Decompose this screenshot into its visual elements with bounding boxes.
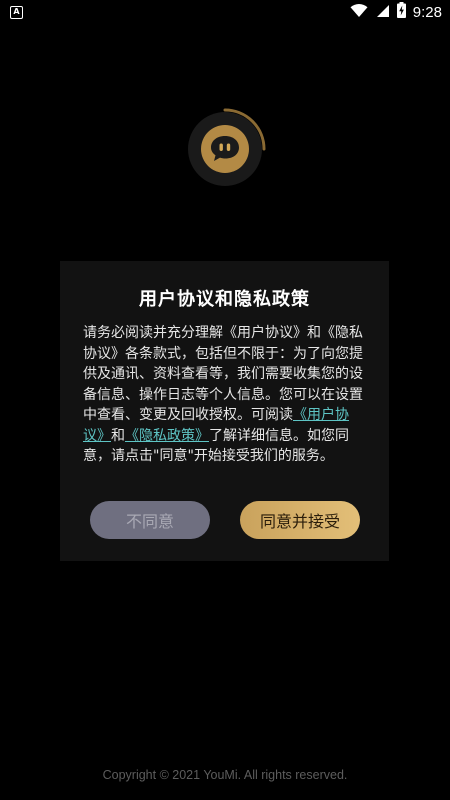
cellular-signal-icon: [375, 3, 390, 22]
dialog-body-and: 和: [111, 427, 125, 444]
splash-screen: A 9:28 用户协议和隐私政策 请务必阅读并充分理解《用户协议》和《隐私协议》…: [0, 0, 450, 800]
status-time: 9:28: [412, 3, 442, 21]
copyright-text: Copyright © 2021 YouMi. All rights reser…: [102, 768, 348, 782]
disagree-button[interactable]: 不同意: [90, 501, 210, 539]
battery-charging-icon: [396, 2, 406, 22]
status-left: A: [10, 5, 23, 19]
privacy-policy-link[interactable]: 《隐私政策》: [125, 428, 209, 444]
status-bar: A 9:28: [0, 0, 450, 24]
agree-button[interactable]: 同意并接受: [240, 501, 360, 539]
dialog-body: 请务必阅读并充分理解《用户协议》和《隐私协议》各条款式，包括但不限于：为了向您提…: [83, 323, 366, 467]
app-notification-badge: A: [10, 5, 23, 19]
dialog-title: 用户协议和隐私政策: [139, 289, 310, 310]
status-right: 9:28: [350, 2, 442, 22]
wifi-icon: [350, 3, 368, 22]
app-logo: [184, 108, 266, 190]
privacy-policy-dialog: 用户协议和隐私政策 请务必阅读并充分理解《用户协议》和《隐私协议》各条款式，包括…: [60, 261, 389, 561]
